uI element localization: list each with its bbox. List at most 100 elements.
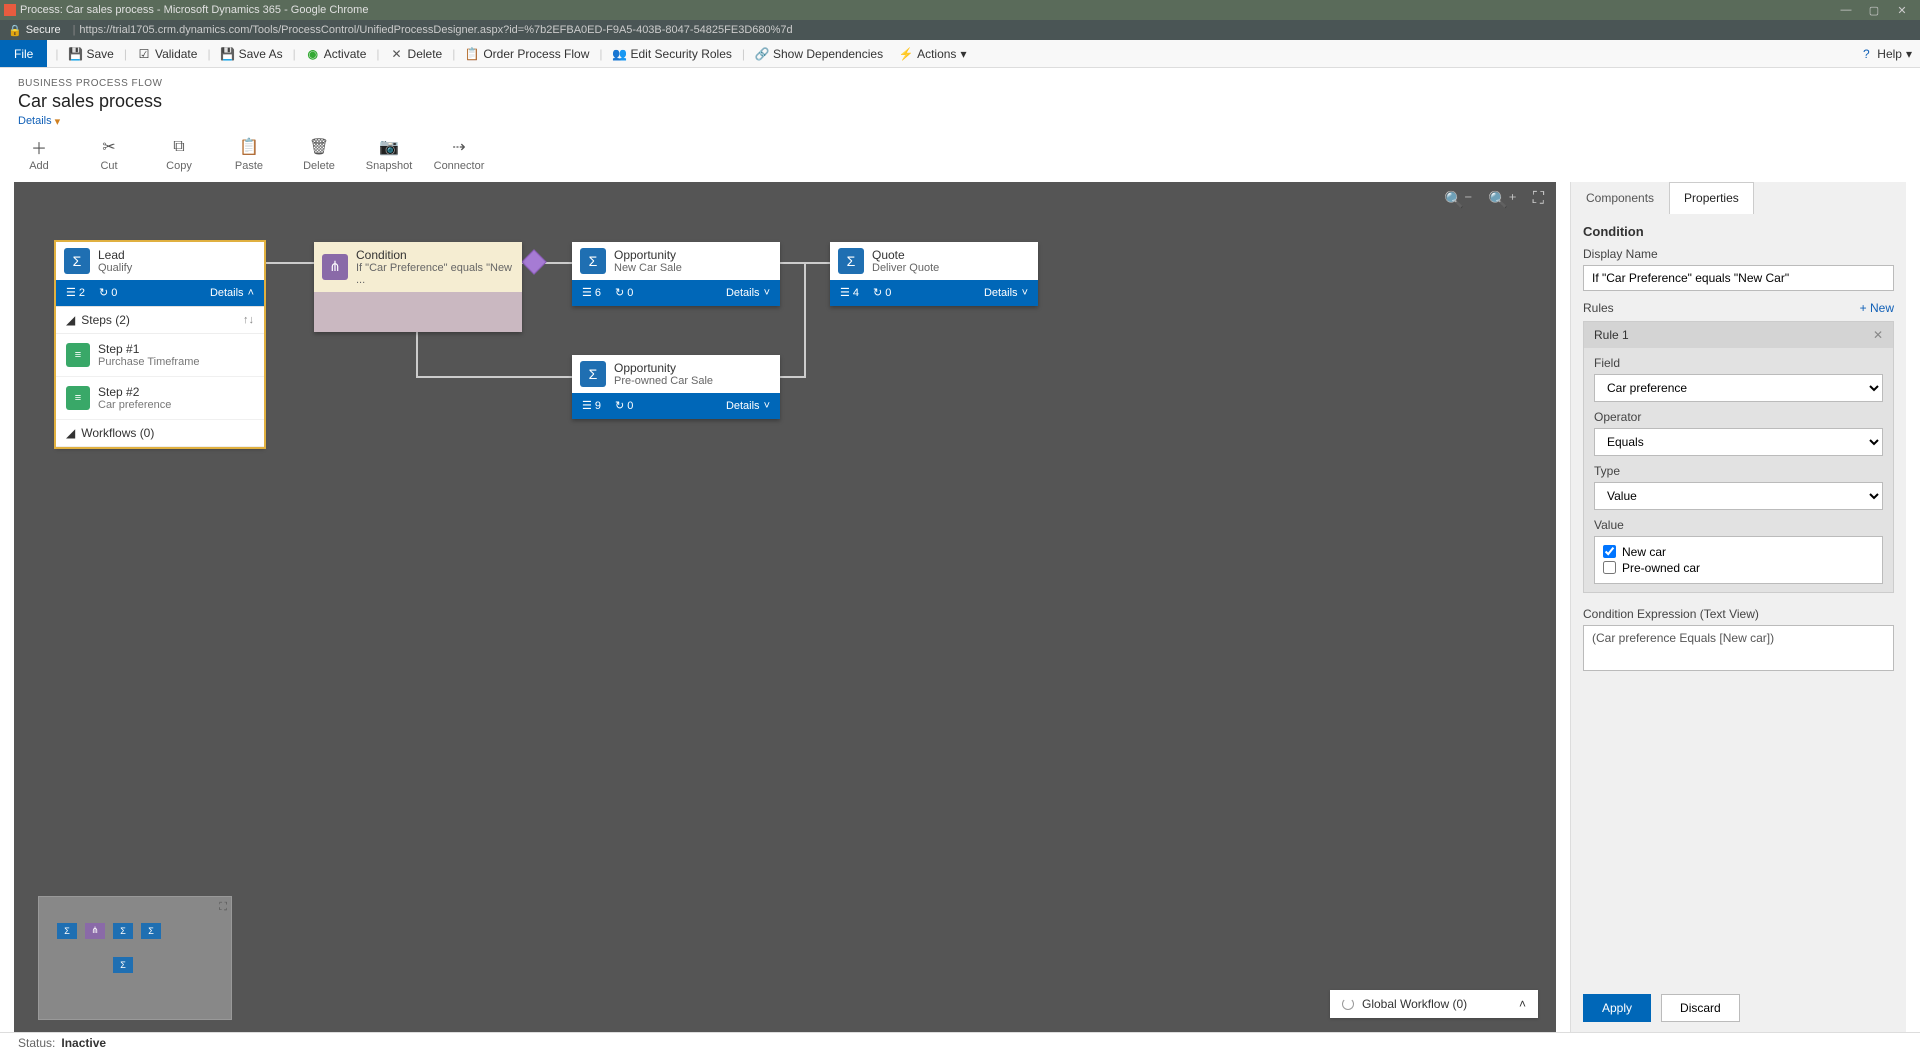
- condition-icon: ⋔: [322, 254, 348, 280]
- status-label: Status:: [18, 1036, 55, 1050]
- value-checkbox-preowned[interactable]: Pre-owned car: [1603, 561, 1874, 575]
- order-icon: 📋: [465, 47, 479, 61]
- step-item[interactable]: ≡Step #2Car preference: [56, 377, 264, 420]
- command-bar: File | 💾Save | ☑Validate | 💾Save As | ◉A…: [0, 40, 1920, 68]
- connector-icon: ⇢: [452, 138, 465, 156]
- condition-output-icon: [521, 249, 546, 274]
- order-process-flow-button[interactable]: 📋Order Process Flow: [457, 40, 597, 67]
- details-toggle[interactable]: Details˅: [726, 287, 770, 299]
- fit-screen-button[interactable]: ⛶: [1533, 190, 1544, 210]
- expand-icon[interactable]: ⛶: [219, 901, 227, 914]
- close-icon[interactable]: ✕: [1873, 328, 1883, 342]
- list-icon: ☰: [582, 399, 592, 412]
- activate-button[interactable]: ◉Activate: [298, 40, 375, 67]
- add-button[interactable]: ＋Add: [18, 138, 60, 172]
- step-icon: ≡: [66, 343, 90, 367]
- stage-icon: Σ: [580, 361, 606, 387]
- activate-icon: ◉: [306, 47, 320, 61]
- save-as-icon: 💾: [221, 47, 235, 61]
- triangle-icon: ◢: [66, 426, 75, 440]
- url-text[interactable]: https://trial1705.crm.dynamics.com/Tools…: [79, 24, 792, 36]
- list-icon: ☰: [66, 286, 76, 299]
- cycle-icon: ↻: [615, 286, 624, 299]
- connector-line: [804, 262, 806, 378]
- chevron-down-icon: ▾: [55, 115, 61, 128]
- file-menu[interactable]: File: [0, 40, 47, 67]
- paste-button[interactable]: 📋Paste: [228, 138, 270, 172]
- reorder-arrows[interactable]: ↑↓: [243, 314, 254, 326]
- zoom-in-button[interactable]: 🔍⁺: [1488, 190, 1516, 210]
- close-button[interactable]: ✕: [1888, 4, 1916, 17]
- list-icon: ☰: [582, 286, 592, 299]
- zoom-out-button[interactable]: 🔍⁻: [1444, 190, 1472, 210]
- chevron-down-icon: ▾: [1906, 47, 1912, 61]
- step-item[interactable]: ≡Step #1Purchase Timeframe: [56, 334, 264, 377]
- field-select[interactable]: Car preference: [1594, 374, 1883, 402]
- designer-canvas[interactable]: ✕ Σ LeadQualify ☰2↻0 Details˄ ◢Steps (2)…: [14, 182, 1556, 1032]
- condition-node[interactable]: ⋔ ConditionIf "Car Preference" equals "N…: [314, 242, 522, 332]
- apply-button[interactable]: Apply: [1583, 994, 1651, 1022]
- display-name-input[interactable]: [1583, 265, 1894, 291]
- delete-node-button[interactable]: 🗑Delete: [298, 138, 340, 172]
- browser-url-bar: 🔒 Secure | https://trial1705.crm.dynamic…: [0, 20, 1920, 40]
- roles-icon: 👥: [613, 47, 627, 61]
- validate-button[interactable]: ☑Validate: [129, 40, 205, 67]
- help-button[interactable]: ?Help▾: [1851, 40, 1920, 67]
- steps-panel: ◢Steps (2)↑↓ ≡Step #1Purchase Timeframe …: [56, 306, 264, 447]
- rule-block: Rule 1✕ Field Car preference Operator Eq…: [1583, 321, 1894, 593]
- connector-button[interactable]: ⇢Connector: [438, 138, 480, 172]
- panel-heading: Condition: [1583, 224, 1894, 239]
- tab-components[interactable]: Components: [1571, 182, 1669, 214]
- actions-icon: ⚡: [899, 47, 913, 61]
- minimize-button[interactable]: —: [1832, 4, 1860, 16]
- actions-menu[interactable]: ⚡Actions▾: [891, 40, 974, 67]
- camera-icon: 📷: [379, 138, 399, 156]
- cut-button[interactable]: ✂Cut: [88, 138, 130, 172]
- stage-node-opportunity-new[interactable]: ΣOpportunityNew Car Sale ☰6↻0Details˅: [572, 242, 780, 306]
- cycle-icon: ↻: [873, 286, 882, 299]
- edit-security-roles-button[interactable]: 👥Edit Security Roles: [605, 40, 740, 67]
- discard-button[interactable]: Discard: [1661, 994, 1740, 1022]
- copy-icon: ⧉: [173, 138, 184, 156]
- operator-select[interactable]: Equals: [1594, 428, 1883, 456]
- copy-button[interactable]: ⧉Copy: [158, 138, 200, 172]
- step-icon: ≡: [66, 386, 90, 410]
- save-button[interactable]: 💾Save: [60, 40, 121, 67]
- type-select[interactable]: Value: [1594, 482, 1883, 510]
- details-toggle[interactable]: Details˅: [726, 400, 770, 412]
- stage-icon: Σ: [64, 248, 90, 274]
- details-toggle[interactable]: Details▾: [18, 115, 60, 128]
- chevron-down-icon: ˅: [1022, 287, 1028, 299]
- status-bar: Status: Inactive: [0, 1032, 1920, 1054]
- minimap[interactable]: ⛶ Σ ⋔ Σ Σ Σ: [38, 896, 232, 1020]
- snapshot-button[interactable]: 📷Snapshot: [368, 138, 410, 172]
- stage-node-lead[interactable]: Σ LeadQualify ☰2↻0 Details˄ ◢Steps (2)↑↓…: [56, 242, 264, 447]
- window-titlebar: Process: Car sales process - Microsoft D…: [0, 0, 1920, 20]
- details-toggle[interactable]: Details˄: [210, 287, 254, 299]
- page-header: BUSINESS PROCESS FLOW Car sales process …: [0, 68, 1920, 134]
- value-checkbox-new-car[interactable]: New car: [1603, 545, 1874, 559]
- minimap-node: Σ: [113, 957, 133, 973]
- paste-icon: 📋: [239, 138, 259, 156]
- tab-properties[interactable]: Properties: [1669, 182, 1754, 214]
- page-title: Car sales process: [18, 91, 1902, 112]
- save-as-button[interactable]: 💾Save As: [213, 40, 291, 67]
- new-rule-button[interactable]: + New: [1860, 301, 1894, 315]
- stage-node-opportunity-preowned[interactable]: ΣOpportunityPre-owned Car Sale ☰9↻0Detai…: [572, 355, 780, 419]
- show-dependencies-button[interactable]: 🔗Show Dependencies: [747, 40, 891, 67]
- delete-button[interactable]: ✕Delete: [382, 40, 451, 67]
- expression-view: (Car preference Equals [New car]): [1583, 625, 1894, 671]
- maximize-button[interactable]: ▢: [1860, 4, 1888, 17]
- minimap-node: Σ: [141, 923, 161, 939]
- cycle-icon: ↻: [99, 286, 108, 299]
- triangle-icon: ◢: [66, 313, 75, 327]
- editor-toolbar: ＋Add ✂Cut ⧉Copy 📋Paste 🗑Delete 📷Snapshot…: [0, 134, 1920, 182]
- global-workflow-toggle[interactable]: Global Workflow (0) ˄: [1330, 990, 1538, 1018]
- details-toggle[interactable]: Details˅: [984, 287, 1028, 299]
- stage-node-quote[interactable]: ΣQuoteDeliver Quote ☰4↻0Details˅: [830, 242, 1038, 306]
- connector-line: [264, 262, 314, 264]
- scissors-icon: ✂: [102, 138, 115, 156]
- minimap-node: ⋔: [85, 923, 105, 939]
- display-name-label: Display Name: [1583, 247, 1894, 261]
- minimap-node: Σ: [113, 923, 133, 939]
